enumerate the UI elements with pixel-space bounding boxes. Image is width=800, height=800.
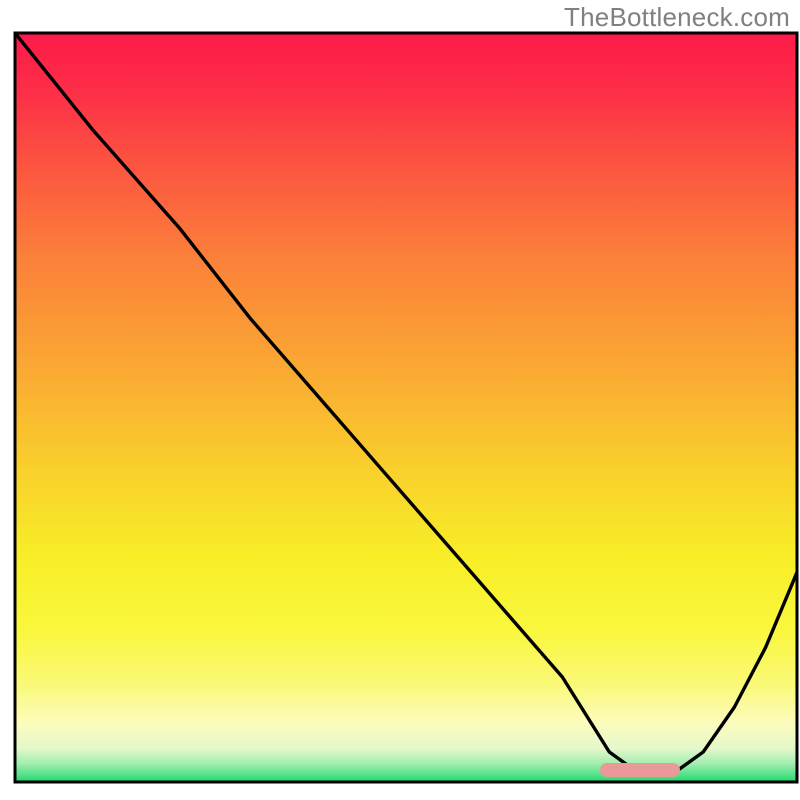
watermark-text: TheBottleneck.com [564, 4, 790, 30]
optimal-range-marker [600, 763, 680, 777]
chart-svg [0, 0, 800, 800]
gradient-background [15, 33, 797, 782]
chart-canvas: TheBottleneck.com [0, 0, 800, 800]
